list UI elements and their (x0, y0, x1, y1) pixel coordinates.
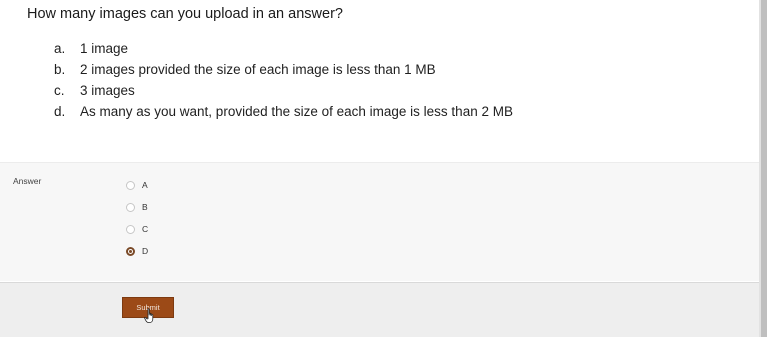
option-text: As many as you want, provided the size o… (80, 104, 513, 119)
option-item-c: c. 3 images (54, 80, 513, 101)
answer-section: Answer A B C D (0, 162, 759, 281)
radio-option-d[interactable]: D (126, 240, 148, 262)
question-text: How many images can you upload in an ans… (27, 6, 343, 22)
radio-label-b: B (142, 202, 148, 212)
option-letter: a. (54, 41, 66, 56)
radio-button-a[interactable] (126, 180, 135, 190)
radio-option-c[interactable]: C (126, 218, 148, 240)
answer-radio-group: A B C D (126, 174, 148, 262)
radio-label-d: D (142, 246, 149, 256)
quiz-page: How many images can you upload in an ans… (0, 0, 767, 337)
option-text: 1 image (80, 41, 129, 56)
footer: Submit (0, 283, 759, 337)
option-letter: b. (54, 62, 66, 77)
radio-label-c: C (142, 224, 149, 234)
answer-label: Answer (13, 176, 42, 186)
option-letter: d. (54, 104, 66, 119)
radio-button-b[interactable] (126, 202, 135, 212)
radio-option-b[interactable]: B (126, 196, 148, 218)
radio-button-d[interactable] (126, 246, 135, 256)
hand-pointer-icon (144, 308, 154, 323)
option-text: 2 images provided the size of each image… (80, 62, 436, 77)
option-item-a: a. 1 image (54, 38, 513, 59)
option-item-b: b. 2 images provided the size of each im… (54, 59, 513, 80)
option-item-d: d. As many as you want, provided the siz… (54, 101, 513, 122)
option-letter: c. (54, 83, 65, 98)
radio-button-c[interactable] (126, 224, 135, 234)
option-text: 3 images (80, 83, 135, 98)
radio-option-a[interactable]: A (126, 174, 148, 196)
radio-label-a: A (142, 180, 148, 190)
option-list: a. 1 image b. 2 images provided the size… (54, 38, 513, 122)
window-edge (761, 0, 767, 337)
